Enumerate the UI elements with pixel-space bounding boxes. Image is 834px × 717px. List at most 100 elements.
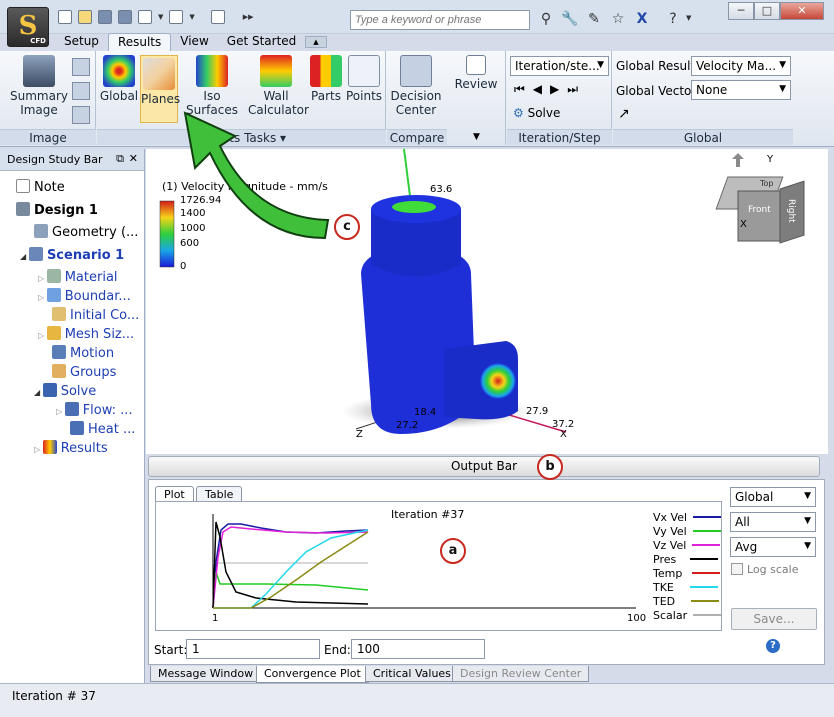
end-label: End: — [324, 643, 351, 657]
tree-item-results[interactable]: ▷ Results — [34, 440, 108, 456]
image-tool-icon-2[interactable] — [72, 82, 90, 100]
status-bar: Iteration # 37 — [0, 683, 834, 717]
select-dropdown-arrow[interactable]: ▼ — [158, 13, 163, 21]
tree-item-scenario[interactable]: ◢ Scenario 1 — [20, 247, 124, 263]
tree-item-solve[interactable]: ◢ Solve — [34, 383, 96, 399]
review-button[interactable]: Review — [452, 55, 500, 91]
global-results-icon — [103, 55, 135, 87]
save-as-icon[interactable] — [118, 10, 132, 24]
plot-mode-select[interactable]: Avg ▼ — [730, 537, 816, 557]
start-input[interactable]: 1 — [186, 639, 320, 659]
new-icon[interactable] — [58, 10, 72, 24]
end-input[interactable]: 100 — [351, 639, 485, 659]
save-plot-button[interactable]: Save... — [731, 608, 817, 630]
points-task-button[interactable]: Points — [346, 55, 382, 103]
design-study-bar-header: Design Study Bar ⧉ ✕ — [0, 149, 144, 171]
view-dropdown-arrow[interactable]: ▼ — [189, 13, 194, 21]
tab-view[interactable]: View — [171, 33, 217, 51]
material-icon — [46, 269, 61, 283]
camera-icon — [23, 55, 55, 87]
iteration-nav-buttons[interactable]: ⏮◀▶⏭ — [514, 82, 586, 97]
favorite-star-icon[interactable]: ☆ — [609, 10, 627, 28]
geometry-icon — [34, 224, 48, 238]
decision-center-button[interactable]: Decision Center — [390, 55, 442, 117]
parts-task-label: Parts — [311, 89, 341, 103]
close-panel-icon[interactable]: ✕ — [129, 152, 138, 165]
image-tool-icon-3[interactable] — [72, 106, 90, 124]
global-result-select[interactable]: Velocity Ma... ▼ — [691, 56, 791, 76]
review-icon — [466, 55, 486, 75]
global-task-button[interactable]: Global — [99, 55, 139, 103]
tab-message-window[interactable]: Message Window — [150, 666, 262, 682]
series-tke — [213, 529, 369, 609]
binoculars-icon[interactable]: ⚲ — [537, 10, 555, 28]
summary-image-button[interactable]: Summary Image — [10, 55, 68, 117]
window-icon[interactable] — [210, 10, 225, 24]
legend-swatch-pres — [690, 558, 719, 560]
maximize-button[interactable]: □ — [754, 2, 780, 20]
global-settings-icon[interactable]: ↗ — [618, 106, 630, 122]
tab-table[interactable]: Table — [196, 486, 243, 502]
viewcube-front-face[interactable] — [737, 190, 781, 242]
tree-item-flow[interactable]: ▷ Flow: ... — [56, 402, 133, 418]
tree-item-motion[interactable]: Motion — [52, 345, 114, 361]
callout-c: c — [334, 214, 360, 240]
viewcube-right-label: Right — [786, 199, 796, 223]
iteration-step-combo[interactable]: Iteration/ste... ▼ — [510, 56, 609, 76]
key-icon[interactable]: 🔧 — [561, 10, 579, 28]
application-menu-button[interactable]: S CFD — [7, 7, 49, 47]
x-link-icon[interactable]: X — [633, 10, 651, 28]
review-dropdown-arrow[interactable]: ▼ — [447, 129, 506, 145]
output-bar[interactable]: Output Bar — [148, 456, 820, 477]
initial-conditions-icon — [52, 307, 66, 321]
model-outlet-face — [392, 201, 436, 213]
plot-scope-select[interactable]: Global ▼ — [730, 487, 816, 507]
solve-button[interactable]: ⚙ Solve — [513, 106, 560, 120]
help-dropdown-arrow[interactable]: ▼ — [686, 14, 691, 22]
tree-item-heat[interactable]: Heat ... — [70, 421, 135, 437]
tab-convergence-plot[interactable]: Convergence Plot — [256, 666, 369, 683]
view-icon[interactable] — [169, 10, 184, 24]
more-tools-arrow[interactable]: ▶▶ — [243, 13, 254, 21]
minimize-button[interactable]: ─ — [728, 2, 754, 20]
tab-results[interactable]: Results — [107, 33, 172, 51]
tree-item-material[interactable]: ▷ Material — [38, 269, 118, 285]
plot-help-icon[interactable]: ? — [766, 639, 780, 653]
tab-setup[interactable]: Setup — [55, 33, 108, 51]
image-tool-icon-1[interactable] — [72, 58, 90, 76]
convergence-plot: Iteration #37 1 100 Vx Vel Vy Vel Vz Vel… — [155, 501, 722, 631]
ribbon-minimize-toggle[interactable]: ▲ — [305, 36, 327, 48]
global-vector-select[interactable]: None ▼ — [691, 80, 791, 100]
close-button[interactable]: ✕ — [780, 2, 824, 20]
float-panel-icon[interactable]: ⧉ — [116, 152, 124, 166]
log-scale-checkbox[interactable] — [731, 563, 743, 575]
tree-item-initial-conditions[interactable]: Initial Co... — [52, 307, 139, 323]
tree-item-groups[interactable]: Groups — [52, 364, 116, 380]
legend-swatch-vz — [692, 544, 721, 546]
tree-item-boundary[interactable]: ▷ Boundar... — [38, 288, 131, 304]
legend-tick-min: 0 — [180, 261, 187, 272]
select-icon[interactable] — [138, 10, 152, 24]
parts-task-button[interactable]: Parts — [308, 55, 344, 103]
tree-item-geometry[interactable]: Geometry (... — [34, 224, 138, 240]
open-icon[interactable] — [78, 10, 92, 24]
model-inlet-hotspot — [480, 363, 516, 399]
legend-swatch-vy — [692, 530, 721, 532]
legend-pres: Pres — [653, 552, 719, 566]
series-ted — [213, 531, 369, 609]
plot-x-end-label: 100 — [627, 613, 647, 624]
save-icon[interactable] — [98, 10, 112, 24]
tab-get-started[interactable]: Get Started — [218, 33, 306, 51]
groups-icon — [52, 364, 66, 378]
tab-critical-values[interactable]: Critical Values — [365, 666, 459, 682]
planes-task-label: Planes — [141, 92, 181, 106]
search-input[interactable] — [350, 10, 530, 30]
tab-design-review-center[interactable]: Design Review Center — [452, 666, 590, 682]
tree-item-design[interactable]: Design 1 — [16, 202, 98, 218]
help-icon[interactable]: ? — [664, 10, 682, 28]
tree-item-mesh-sizing[interactable]: ▷ Mesh Siz... — [38, 326, 134, 342]
tree-item-note[interactable]: Note — [16, 179, 65, 195]
home-view-icon[interactable] — [732, 153, 744, 167]
plot-variable-select[interactable]: All ▼ — [730, 512, 816, 532]
pin-icon[interactable]: ✎ — [585, 10, 603, 28]
